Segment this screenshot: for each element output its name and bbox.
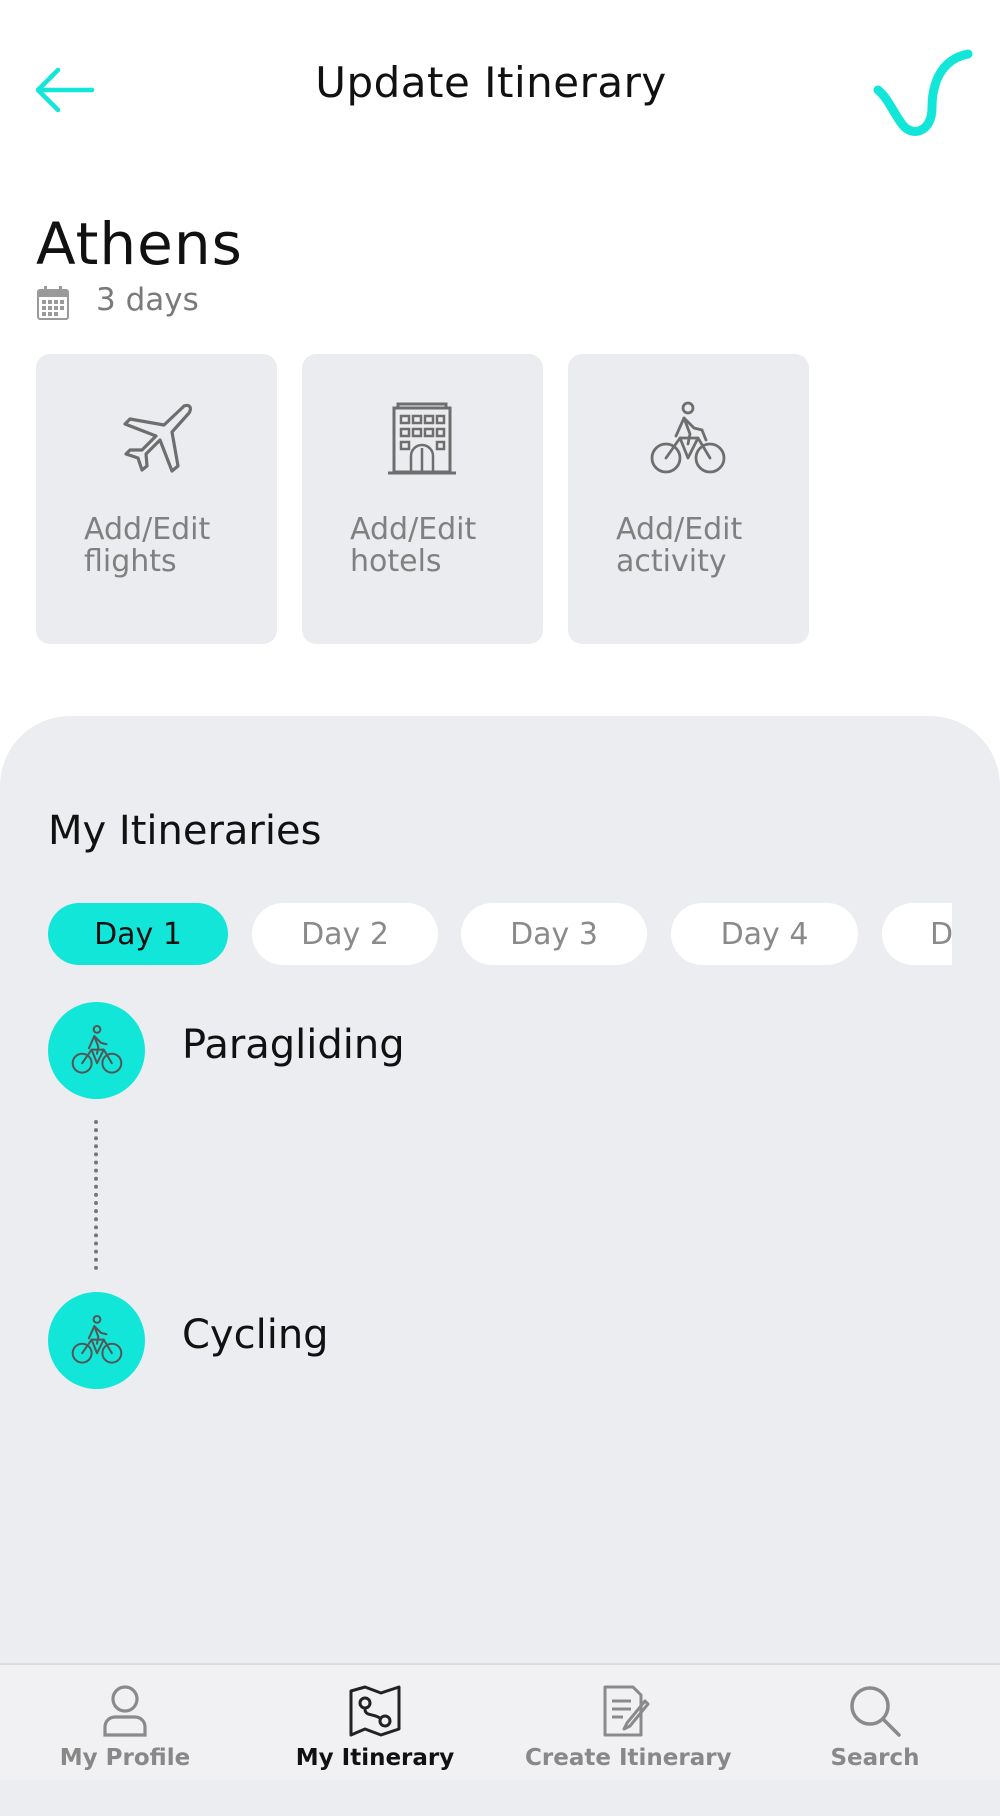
hotel-building-icon — [388, 402, 456, 475]
cyclist-icon — [71, 1315, 123, 1364]
destination-city: Athens — [36, 210, 243, 278]
cyclist-icon — [650, 401, 726, 474]
tab-my-itinerary[interactable]: My Itinerary — [280, 1665, 470, 1780]
card-label: Add/Edit hotels — [350, 512, 477, 579]
add-edit-hotels-card[interactable]: Add/Edit hotels — [302, 354, 543, 644]
my-itineraries-title: My Itineraries — [48, 808, 322, 854]
day-tab-4[interactable]: Day 4 — [671, 903, 858, 965]
tab-label: Create Itinerary — [525, 1745, 732, 1771]
activity-icon-cycling[interactable] — [48, 1292, 145, 1389]
airplane-icon — [123, 403, 192, 473]
cyclist-icon — [71, 1025, 123, 1074]
activity-name[interactable]: Paragliding — [182, 1022, 405, 1068]
document-edit-icon — [603, 1685, 650, 1737]
day-tab-1[interactable]: Day 1 — [48, 903, 228, 965]
timeline-connector — [94, 1120, 98, 1270]
day-tabs: Day 1 Day 2 Day 3 Day 4 D — [48, 903, 952, 965]
bottom-tab-bar: My Profile My Itinerary Create Itinerary — [0, 1663, 1000, 1780]
day-tab-3[interactable]: Day 3 — [461, 903, 647, 965]
tab-label: My Itinerary — [295, 1745, 455, 1771]
card-label: Add/Edit activity — [616, 512, 743, 579]
calendar-icon — [36, 285, 70, 321]
itineraries-panel — [0, 716, 1000, 1816]
card-label: Add/Edit flights — [84, 512, 211, 579]
tab-search[interactable]: Search — [780, 1665, 970, 1780]
check-swoosh-logo — [872, 48, 978, 138]
day-tab-5[interactable]: D — [882, 903, 952, 965]
day-tab-2[interactable]: Day 2 — [252, 903, 438, 965]
add-edit-flights-card[interactable]: Add/Edit flights — [36, 354, 277, 644]
tab-my-profile[interactable]: My Profile — [30, 1665, 220, 1780]
trip-duration: 3 days — [96, 282, 199, 318]
tab-label: My Profile — [59, 1745, 191, 1771]
page-title: Update Itinerary — [315, 58, 667, 107]
activity-name[interactable]: Cycling — [182, 1312, 329, 1358]
tab-label: Search — [830, 1745, 920, 1771]
activity-icon-paragliding[interactable] — [48, 1002, 145, 1099]
user-icon — [103, 1685, 147, 1737]
search-icon — [850, 1686, 901, 1737]
add-edit-activity-card[interactable]: Add/Edit activity — [568, 354, 809, 644]
tab-create-itinerary[interactable]: Create Itinerary — [525, 1665, 732, 1780]
map-icon — [349, 1685, 401, 1737]
